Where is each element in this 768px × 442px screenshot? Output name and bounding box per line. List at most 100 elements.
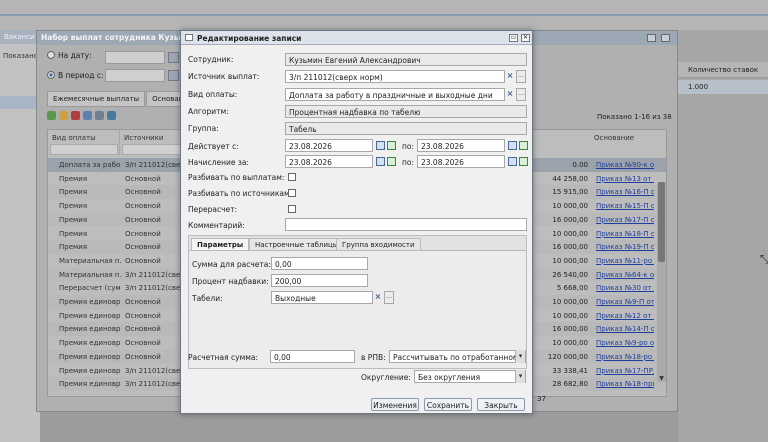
close-icon[interactable]: ✕: [521, 34, 530, 42]
calendar-clear-icon[interactable]: [519, 141, 528, 150]
close-button[interactable]: Закрыть: [477, 398, 525, 411]
cell-base[interactable]: Приказ №30 от 31,...: [596, 284, 654, 292]
rounding-select[interactable]: Без округления: [414, 370, 526, 383]
split-src-checkbox[interactable]: [288, 189, 296, 197]
rpv-select[interactable]: Рассчитывать по отработанному: [389, 350, 526, 363]
calendar-icon[interactable]: [168, 52, 179, 63]
copy-icon[interactable]: [83, 111, 92, 120]
refresh-icon[interactable]: [107, 111, 116, 120]
cell-type: Премия единовр...: [59, 352, 121, 361]
algorithm-field[interactable]: Процентная надбавка по табелю: [285, 105, 527, 118]
cell-base[interactable]: Приказ №16-П от ...: [596, 188, 654, 196]
changes-button[interactable]: Изменения: [371, 398, 419, 411]
cell-base[interactable]: Приказ №9-П от 2...: [596, 298, 654, 306]
percent-field[interactable]: 200,00: [271, 274, 368, 287]
radio-icon[interactable]: [47, 71, 55, 79]
calendar-clear-icon[interactable]: [387, 157, 396, 166]
employee-label: Сотрудник:: [188, 55, 234, 64]
sum-field[interactable]: 0,00: [271, 257, 368, 270]
ellipsis-button[interactable]: …: [516, 88, 526, 101]
clear-icon[interactable]: ×: [505, 70, 515, 83]
rate-count-header[interactable]: Количество ставок: [678, 62, 768, 78]
close-icon[interactable]: [661, 34, 670, 42]
calendar-clear-icon[interactable]: [519, 157, 528, 166]
cell-base[interactable]: Приказ №18-П от ...: [596, 230, 654, 238]
tab-parameters[interactable]: Параметры: [191, 238, 250, 250]
save-button[interactable]: Сохранить: [424, 398, 472, 411]
chevron-down-icon[interactable]: ▾: [515, 350, 525, 363]
valid-from-field[interactable]: 23.08.2026: [285, 139, 373, 152]
tab-membership-group[interactable]: Группа входимости: [336, 238, 421, 250]
minimize-icon[interactable]: [647, 34, 656, 42]
edit-icon[interactable]: [59, 111, 68, 120]
selected-row[interactable]: [0, 96, 40, 109]
split-pay-checkbox[interactable]: [288, 173, 296, 181]
delete-icon[interactable]: [71, 111, 80, 120]
cell-base[interactable]: Приказ №13 от 24,...: [596, 175, 654, 183]
on-date-field[interactable]: [105, 51, 165, 64]
cell-source: Основной: [125, 215, 161, 224]
valid-to-field[interactable]: 23.08.2026: [417, 139, 505, 152]
cell-type: Перерасчет (сум...: [59, 284, 121, 293]
cell-base[interactable]: Приказ №19-П от ...: [596, 243, 654, 251]
calc-sum-field[interactable]: 0,00: [270, 350, 355, 363]
group-field[interactable]: Табель: [285, 122, 527, 135]
print-icon[interactable]: [95, 111, 104, 120]
calendar-icon[interactable]: [508, 157, 517, 166]
vacancies-tab[interactable]: Ваканси: [0, 30, 40, 44]
cell-source: Основной: [125, 298, 161, 306]
employee-field[interactable]: Кузьмин Евгений Александрович: [285, 53, 527, 66]
scroll-down-icon[interactable]: ▼: [657, 375, 666, 382]
accrual-from-field[interactable]: 23.08.2026: [285, 155, 373, 168]
tab-settings-tables[interactable]: Настроечные таблицы: [249, 238, 345, 250]
clear-icon[interactable]: ×: [505, 88, 515, 101]
cell-base[interactable]: Приказ №18-прв ...: [596, 380, 654, 388]
cell-source: 3/п 211012(свер: [125, 284, 185, 293]
filter-type[interactable]: [50, 144, 118, 155]
ellipsis-button[interactable]: …: [384, 291, 394, 304]
period-from-field[interactable]: [105, 69, 165, 82]
cell-base[interactable]: Приказ №14-П от ...: [596, 325, 654, 333]
filter-source[interactable]: [122, 144, 188, 155]
cell-base[interactable]: Приказ №64-к от 2...: [596, 271, 654, 279]
showing-label: Показано: [3, 52, 38, 60]
grid-scrollbar[interactable]: ▼: [657, 182, 666, 382]
calendar-clear-icon[interactable]: [387, 141, 396, 150]
cell-base[interactable]: Приказ №17-ПР, о...: [596, 367, 654, 375]
cell-base[interactable]: Приказ №11-ро от ...: [596, 257, 654, 265]
dialog-title: Редактирование записи: [197, 34, 302, 43]
cell-base[interactable]: Приказ №18-ро от ...: [596, 353, 654, 361]
cell-base[interactable]: Приказ №17-П от ...: [596, 216, 654, 224]
minimize-icon[interactable]: ▭: [509, 34, 518, 42]
radio-on-date[interactable]: На дату:: [47, 51, 92, 60]
scroll-thumb[interactable]: [658, 182, 665, 262]
cell-sum: 44 258,00: [552, 174, 588, 183]
paytype-field[interactable]: Доплата за работу в праздничные и выходн…: [285, 88, 505, 101]
top-strip: [0, 0, 768, 30]
radio-period[interactable]: В период с:: [47, 71, 104, 80]
rounding-label: Округление:: [361, 373, 411, 382]
clear-icon[interactable]: ×: [373, 291, 383, 304]
radio-icon[interactable]: [47, 51, 55, 59]
cell-base[interactable]: Приказ №90-к от ...: [596, 161, 654, 169]
calendar-icon[interactable]: [376, 157, 385, 166]
cell-sum: 10 000,00: [552, 229, 588, 238]
tab-monthly[interactable]: Ежемесячные выплаты: [47, 91, 146, 107]
accrual-label: Начисление за:: [188, 158, 249, 167]
chevron-down-icon[interactable]: ▾: [515, 370, 525, 383]
cell-base[interactable]: Приказ №12 от 24,...: [596, 312, 654, 320]
cell-source: 3/п 211012(свер: [125, 380, 185, 389]
calendar-icon[interactable]: [168, 70, 179, 81]
cell-base[interactable]: Приказ №9-ро от 2...: [596, 339, 654, 347]
comment-field[interactable]: [285, 218, 527, 231]
accrual-to-field[interactable]: 23.08.2026: [417, 155, 505, 168]
calendar-icon[interactable]: [508, 141, 517, 150]
source-field[interactable]: 3/п 211012(сверх норм): [285, 70, 505, 83]
cell-sum: 16 000,00: [552, 243, 588, 252]
tabels-field[interactable]: Выходные: [271, 291, 373, 304]
calendar-icon[interactable]: [376, 141, 385, 150]
add-icon[interactable]: [47, 111, 56, 120]
cell-base[interactable]: Приказ №15-П от ...: [596, 202, 654, 210]
recalc-checkbox[interactable]: [288, 205, 296, 213]
ellipsis-button[interactable]: …: [516, 70, 526, 83]
